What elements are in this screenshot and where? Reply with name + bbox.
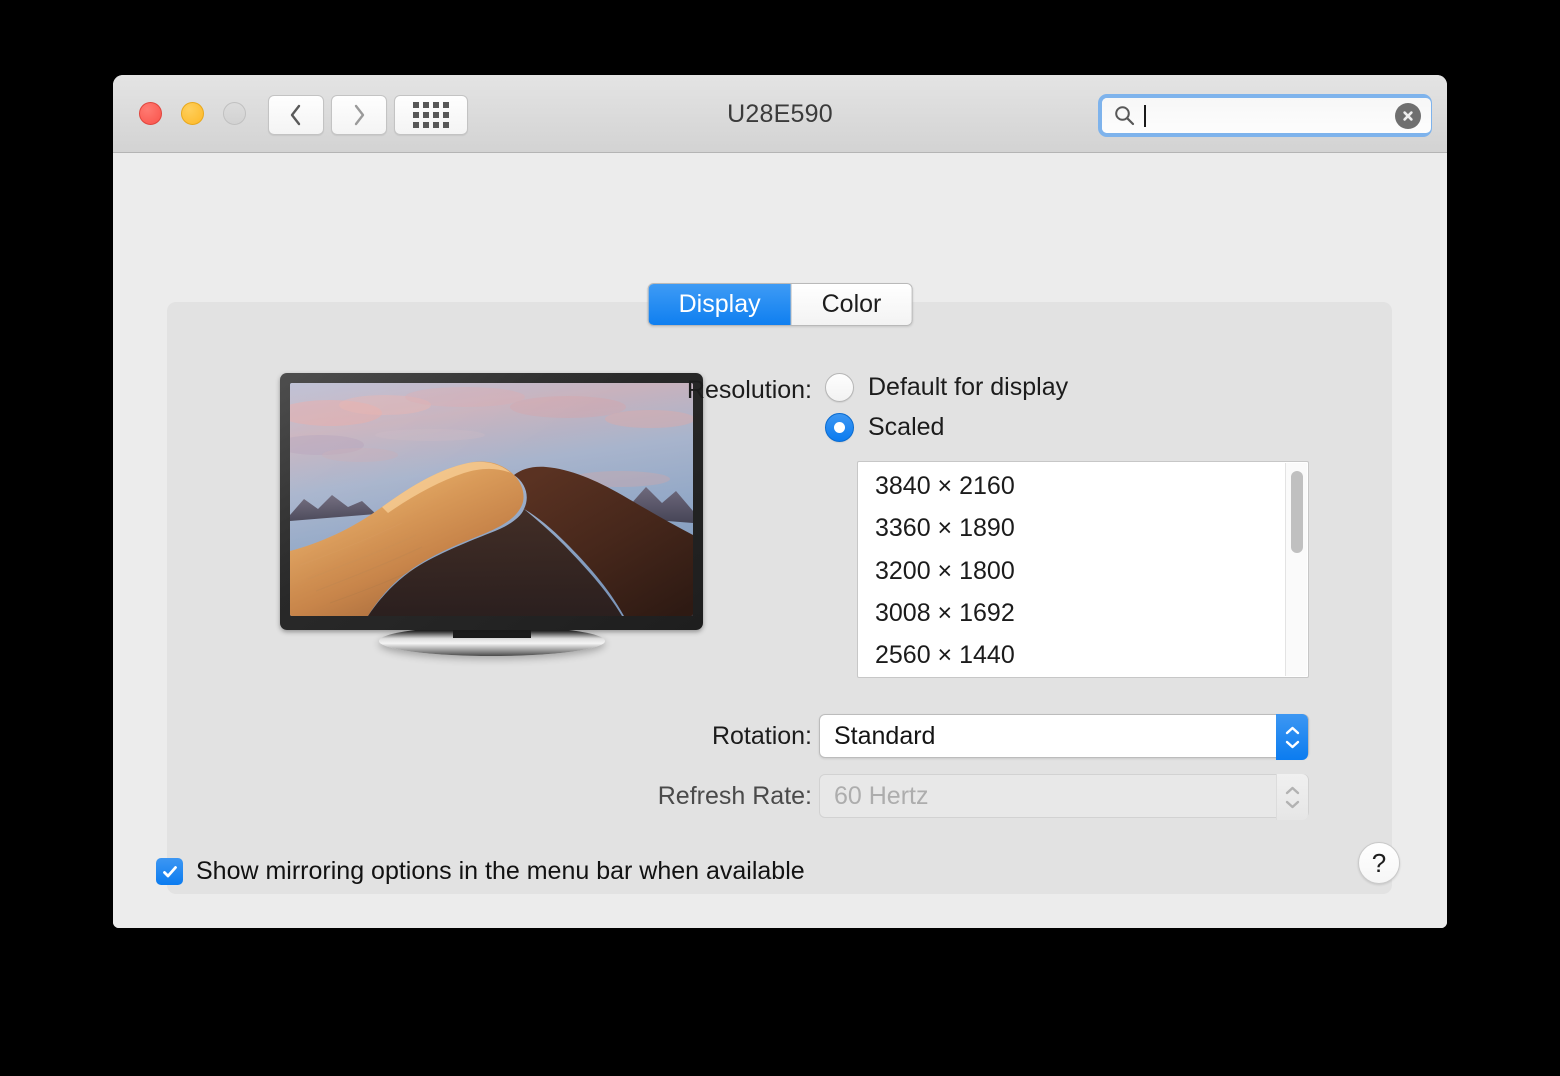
radio-scaled-label: Scaled	[868, 413, 945, 441]
checkmark-icon	[162, 865, 177, 877]
display-preview	[280, 373, 703, 658]
list-item[interactable]: 3008 × 1692	[858, 592, 1308, 634]
tab-bar: Display Color	[647, 283, 913, 326]
help-button[interactable]: ?	[1358, 842, 1400, 884]
rotation-select[interactable]: Standard	[819, 714, 1309, 760]
resolution-list-items: 3840 × 2160 3360 × 1890 3200 × 1800 3008…	[858, 462, 1308, 677]
rotation-stepper-icon[interactable]	[1276, 714, 1308, 760]
window-titlebar: U28E590	[113, 75, 1447, 153]
radio-default-indicator[interactable]	[825, 373, 854, 402]
radio-default-label: Default for display	[868, 373, 1069, 401]
tab-color[interactable]: Color	[791, 284, 912, 325]
tab-display[interactable]: Display	[648, 284, 792, 325]
radio-scaled-indicator[interactable]	[825, 413, 854, 442]
search-input[interactable]	[1146, 104, 1395, 127]
search-icon	[1115, 106, 1135, 126]
chevron-up-icon	[1285, 726, 1299, 734]
refresh-rate-stepper-icon	[1276, 774, 1308, 820]
resolution-list[interactable]: 3840 × 2160 3360 × 1890 3200 × 1800 3008…	[857, 461, 1309, 678]
mirroring-checkbox-row[interactable]: Show mirroring options in the menu bar w…	[156, 857, 805, 886]
refresh-rate-value: 60 Hertz	[834, 781, 929, 810]
list-item[interactable]: 2560 × 1440	[858, 634, 1308, 676]
monitor-bezel	[280, 373, 703, 630]
chevron-up-icon	[1285, 786, 1300, 794]
search-field-inner[interactable]	[1102, 98, 1431, 133]
search-field-container[interactable]	[1098, 94, 1432, 137]
list-item[interactable]: 2304 × 1296	[858, 676, 1308, 677]
refresh-rate-label: Refresh Rate:	[657, 782, 812, 810]
rotation-label: Rotation:	[711, 722, 812, 750]
radio-scaled[interactable]: Scaled	[825, 413, 944, 442]
desktop-wallpaper-image	[290, 383, 693, 616]
list-item[interactable]: 3840 × 2160	[858, 465, 1308, 507]
system-preferences-window: U28E590 Display Color Resolution: Defaul…	[113, 75, 1447, 928]
resolution-label: Resolution:	[686, 376, 812, 404]
list-item[interactable]: 3200 × 1800	[858, 550, 1308, 592]
monitor-screen	[290, 383, 693, 616]
window-body: Display Color Resolution: Default for di…	[113, 153, 1447, 928]
resolution-list-scrollbar[interactable]	[1285, 463, 1307, 676]
refresh-rate-select: 60 Hertz	[819, 774, 1309, 820]
scrollbar-thumb[interactable]	[1291, 471, 1303, 553]
clear-search-icon[interactable]	[1395, 102, 1421, 129]
rotation-value: Standard	[834, 721, 936, 750]
mirroring-checkbox-label: Show mirroring options in the menu bar w…	[196, 857, 805, 885]
mirroring-checkbox[interactable]	[156, 858, 183, 885]
list-item[interactable]: 3360 × 1890	[858, 507, 1308, 549]
chevron-down-icon	[1285, 800, 1300, 808]
chevron-down-icon	[1285, 740, 1299, 748]
display-settings-panel: Resolution: Default for display Scaled 3…	[167, 302, 1392, 894]
radio-default-for-display[interactable]: Default for display	[825, 373, 1068, 402]
